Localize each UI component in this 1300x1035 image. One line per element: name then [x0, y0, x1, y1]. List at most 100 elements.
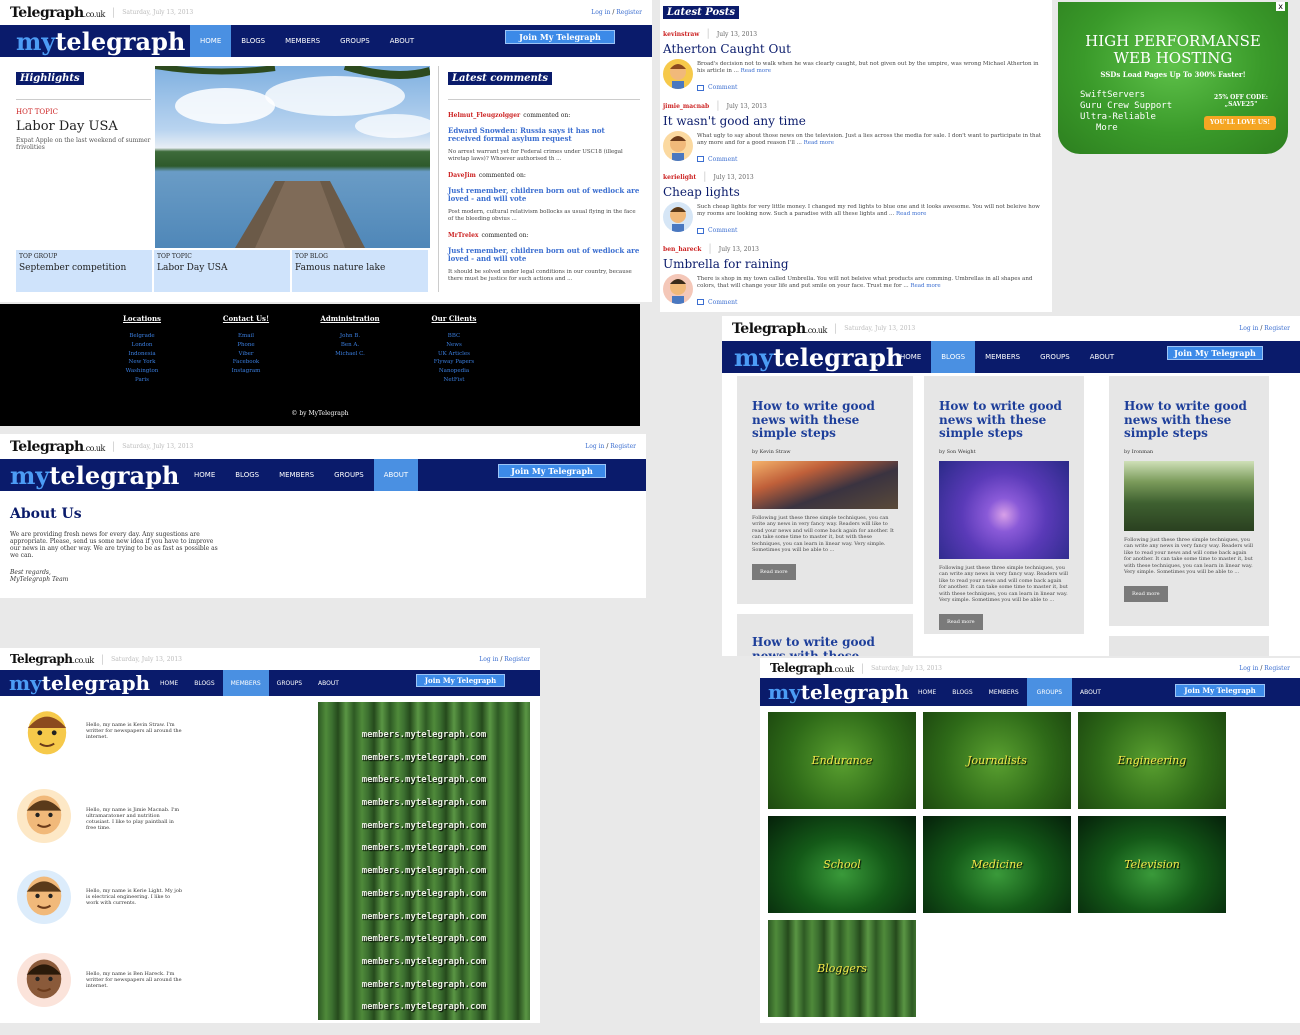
members-banner[interactable]: members.mytelegraph.com members.mytelegra…	[318, 702, 530, 1020]
register-link[interactable]: Register	[616, 9, 642, 16]
blog-title[interactable]: How to write good news with these simple	[752, 635, 898, 656]
read-more-button[interactable]: Read more	[939, 613, 983, 630]
footer-link[interactable]: Michael C.	[298, 350, 402, 359]
comment-article-title[interactable]: Just remember, children born out of wedl…	[448, 247, 640, 263]
comment-user[interactable]: DaveJim	[448, 172, 476, 179]
footer-link[interactable]: Nanopedia	[402, 367, 506, 376]
register-link[interactable]: Register	[1264, 325, 1290, 332]
comment-link[interactable]: Comment	[697, 299, 737, 306]
footer-link[interactable]: Email	[194, 332, 298, 341]
group-tile[interactable]: Journalists	[923, 712, 1071, 809]
post-user[interactable]: jimie_macnab	[663, 103, 709, 110]
nav-blogs[interactable]: BLOGS	[944, 678, 980, 706]
comment-user[interactable]: Helmut_Fleugzolgger	[448, 112, 520, 119]
hosting-ad[interactable]: x HIGH PERFORMANSE WEB HOSTING SSDs Load…	[1058, 2, 1288, 154]
footer-link[interactable]: Viber	[194, 350, 298, 359]
group-tile[interactable]: Television	[1078, 816, 1226, 913]
nav-about[interactable]: ABOUT	[380, 25, 424, 57]
group-tile[interactable]: Medicine	[923, 816, 1071, 913]
card-top-group[interactable]: TOP GROUP September competition	[16, 250, 152, 292]
register-link[interactable]: Register	[504, 656, 530, 663]
group-tile[interactable]: School	[768, 816, 916, 913]
mytelegraph-brand[interactable]: mytelegraph	[0, 461, 184, 490]
nav-blogs[interactable]: BLOGS	[186, 670, 222, 696]
member-avatar-icon[interactable]	[17, 953, 71, 1007]
group-tile[interactable]: Bloggers	[768, 920, 916, 1017]
nav-about[interactable]: ABOUT	[310, 670, 347, 696]
comment-article-title[interactable]: Edward Snowden: Russia says it has not r…	[448, 127, 640, 143]
telegraph-logo[interactable]: Telegraph.co.uk	[770, 661, 854, 675]
blog-title[interactable]: How to write good news with these simple…	[939, 399, 1069, 441]
login-link[interactable]: Log in	[591, 9, 610, 16]
read-more-link[interactable]: Read more	[741, 68, 771, 74]
nav-members[interactable]: MEMBERS	[222, 670, 269, 696]
nav-members[interactable]: MEMBERS	[975, 341, 1030, 373]
footer-link[interactable]: John B.	[298, 332, 402, 341]
post-title[interactable]: Atherton Caught Out	[663, 42, 1048, 56]
nav-about[interactable]: ABOUT	[1080, 341, 1124, 373]
member-avatar-icon[interactable]	[17, 789, 71, 843]
read-more-link[interactable]: Read more	[910, 283, 940, 289]
footer-link[interactable]: Indonesia	[90, 350, 194, 359]
footer-link[interactable]: Instagram	[194, 367, 298, 376]
nav-home[interactable]: HOME	[890, 341, 931, 373]
read-more-link[interactable]: Read more	[896, 211, 926, 217]
join-button[interactable]: Join My Telegraph	[505, 30, 615, 44]
comment-link[interactable]: Comment	[697, 84, 737, 91]
nav-home[interactable]: HOME	[190, 25, 232, 57]
register-link[interactable]: Register	[1264, 665, 1290, 672]
post-title[interactable]: Umbrella for raining	[663, 257, 1048, 271]
blog-image[interactable]	[752, 460, 898, 509]
nav-home[interactable]: HOME	[184, 459, 225, 491]
comment-article-title[interactable]: Just remember, children born out of wedl…	[448, 187, 640, 203]
comment-link[interactable]: Comment	[697, 156, 737, 163]
comment-link[interactable]: Comment	[697, 227, 737, 234]
nav-blogs[interactable]: BLOGS	[231, 25, 275, 57]
footer-link[interactable]: London	[90, 341, 194, 350]
featured-lake-image[interactable]	[155, 66, 430, 248]
nav-home[interactable]: HOME	[152, 670, 186, 696]
footer-link[interactable]: Washington	[90, 367, 194, 376]
nav-blogs[interactable]: BLOGS	[225, 459, 269, 491]
post-user[interactable]: kerielight	[663, 174, 696, 181]
footer-link[interactable]: New York	[90, 358, 194, 367]
footer-link[interactable]: Ben A.	[298, 341, 402, 350]
footer-link[interactable]: NetFist	[402, 376, 506, 385]
telegraph-logo[interactable]: Telegraph.co.uk	[10, 652, 94, 666]
nav-groups[interactable]: GROUPS	[1030, 341, 1080, 373]
footer-link[interactable]: Belgrade	[90, 332, 194, 341]
nav-about[interactable]: ABOUT	[373, 459, 419, 491]
nav-groups[interactable]: GROUPS	[269, 670, 310, 696]
join-button[interactable]: Join My Telegraph	[1167, 346, 1263, 360]
comment-user[interactable]: MrTrelex	[448, 232, 478, 239]
nav-home[interactable]: HOME	[910, 678, 944, 706]
login-link[interactable]: Log in	[479, 656, 498, 663]
nav-members[interactable]: MEMBERS	[981, 678, 1027, 706]
ad-close-icon[interactable]: x	[1276, 2, 1285, 11]
telegraph-logo[interactable]: Telegraph.co.uk	[10, 439, 105, 455]
nav-members[interactable]: MEMBERS	[275, 25, 330, 57]
group-tile[interactable]: Engineering	[1078, 712, 1226, 809]
card-top-topic[interactable]: TOP TOPIC Labor Day USA	[154, 250, 290, 292]
footer-link[interactable]: Phone	[194, 341, 298, 350]
login-link[interactable]: Log in	[585, 443, 604, 450]
card-top-blog[interactable]: TOP BLOG Famous nature lake	[292, 250, 428, 292]
nav-about[interactable]: ABOUT	[1072, 678, 1109, 706]
hot-topic-title[interactable]: Labor Day USA	[16, 119, 151, 134]
read-more-link[interactable]: Read more	[804, 140, 834, 146]
post-title[interactable]: It wasn't good any time	[663, 114, 1048, 128]
join-button[interactable]: Join My Telegraph	[1175, 684, 1265, 697]
login-link[interactable]: Log in	[1239, 325, 1258, 332]
mytelegraph-brand[interactable]: mytelegraph	[722, 343, 903, 372]
post-title[interactable]: Cheap lights	[663, 185, 1048, 199]
footer-link[interactable]: BBC	[402, 332, 506, 341]
nav-groups[interactable]: GROUPS	[1026, 678, 1073, 706]
login-link[interactable]: Log in	[1239, 665, 1258, 672]
blog-title[interactable]: How to write good news with these simple…	[752, 399, 898, 441]
read-more-button[interactable]: Read more	[752, 563, 796, 580]
nav-groups[interactable]: GROUPS	[330, 25, 380, 57]
mytelegraph-brand[interactable]: mytelegraph	[0, 671, 152, 695]
join-button[interactable]: Join My Telegraph	[498, 464, 606, 478]
footer-link[interactable]: News	[402, 341, 506, 350]
post-user[interactable]: ben_hareck	[663, 246, 701, 253]
